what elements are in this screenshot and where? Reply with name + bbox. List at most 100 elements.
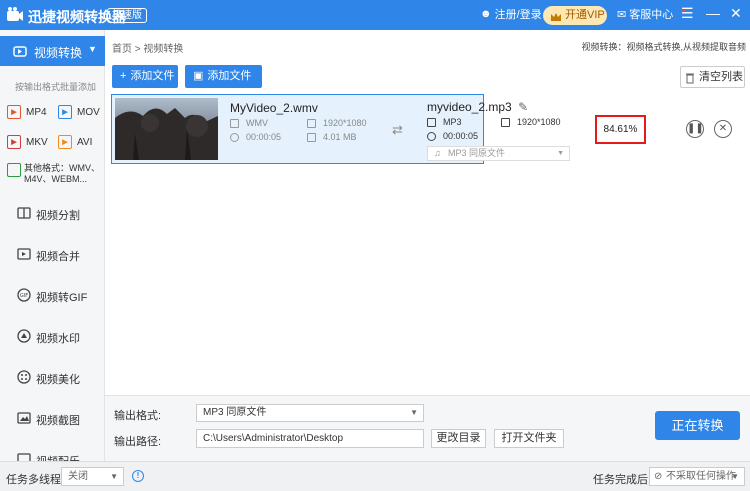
edition-badge: 极速版 <box>107 8 147 23</box>
close-icon[interactable]: ✕ <box>730 5 742 22</box>
sidebar-item-label: 视频美化 <box>36 374 80 386</box>
output-file-name[interactable]: myvideo_2.mp3 ✎ <box>427 100 528 114</box>
output-format-value: MP3 <box>443 117 462 127</box>
after-task-select[interactable]: ⊘ 不采取任何操作 ▼ <box>649 467 745 486</box>
add-file-button[interactable]: + 添加文件 <box>112 65 178 88</box>
other-format-icon <box>7 163 21 177</box>
format-mkv[interactable]: ▶ MKV <box>7 135 48 149</box>
sidebar-item-split[interactable]: 视频分割 <box>0 196 104 232</box>
sidebar-item-label: 视频转换 <box>34 46 83 60</box>
image-icon <box>17 412 31 424</box>
support-label: 客服中心 <box>629 9 674 21</box>
support-link[interactable]: ✉ 客服中心 <box>617 6 673 22</box>
sidebar-item-video-convert[interactable]: 视频转换 ▼ <box>0 36 105 66</box>
sidebar-item-label: 视频配乐 <box>36 453 80 461</box>
merge-icon <box>17 248 31 260</box>
breadcrumb-home[interactable]: 首页 <box>112 44 132 55</box>
film-icon <box>230 118 239 128</box>
batch-hint: 按输出格式批量添加 <box>15 82 97 92</box>
output-format-dropdown-value: MP3 同原文件 <box>203 407 267 418</box>
info-icon[interactable]: ! <box>132 470 144 482</box>
login-label: 注册/登录 <box>494 9 542 21</box>
output-format: MP3 <box>427 117 462 127</box>
source-resolution-value: 1920*1080 <box>323 118 367 128</box>
login-link[interactable]: ☻ 注册/登录 <box>480 6 542 22</box>
source-size-value: 4.01 MB <box>323 132 357 142</box>
chevron-down-icon: ▼ <box>731 472 739 481</box>
sidebar-item-merge[interactable]: 视频合并 <box>0 237 104 273</box>
app-logo-icon <box>7 7 23 21</box>
vip-button[interactable]: 开通VIP <box>543 6 607 25</box>
music-icon <box>17 453 31 461</box>
file-row[interactable]: MyVideo_2.wmv WMV 1920*1080 00:00:05 4.0… <box>111 94 749 164</box>
progress-percent: 84.61% <box>595 115 646 144</box>
output-duration: 00:00:05 <box>427 131 478 141</box>
plus-icon: + <box>120 70 127 82</box>
remove-button[interactable]: ✕ <box>714 120 732 138</box>
user-icon: ☻ <box>480 8 492 20</box>
output-file-name-value: myvideo_2.mp3 <box>427 100 512 114</box>
resolution-icon <box>307 118 316 128</box>
output-resolution: 1920*1080 <box>501 117 561 127</box>
output-format-select[interactable]: ♫ MP3 同原文件 ▼ <box>427 146 570 161</box>
clear-list-button[interactable]: 清空列表 <box>680 66 745 88</box>
chevron-down-icon: ▼ <box>88 44 97 54</box>
breadcrumb: 首页 > 视频转换 <box>112 40 183 55</box>
edit-icon[interactable]: ✎ <box>518 100 528 114</box>
output-path-field[interactable]: C:\Users\Administrator\Desktop <box>196 429 424 448</box>
mkv-icon: ▶ <box>7 135 21 149</box>
format-other[interactable]: 其他格式：WMV、M4V、WEBM... <box>7 163 102 185</box>
after-task-select-value: 不采取任何操作 <box>666 471 736 482</box>
output-format-dropdown[interactable]: MP3 同原文件 ▼ <box>196 404 424 422</box>
sidebar-item-screenshot[interactable]: 视频截图 <box>0 401 104 437</box>
breadcrumb-current: 视频转换 <box>143 44 184 55</box>
shuffle-icon: ⇄ <box>392 122 403 137</box>
output-path-label: 输出路径: <box>114 436 162 448</box>
trash-icon <box>685 71 695 91</box>
sidebar-item-beautify[interactable]: 视频美化 <box>0 360 104 396</box>
sidebar-item-music[interactable]: 视频配乐 <box>0 442 104 461</box>
sidebar-item-label: 视频转GIF <box>36 292 88 304</box>
format-label: MOV <box>77 106 100 118</box>
minimize-icon[interactable]: — <box>706 5 720 21</box>
sidebar-item-label: 视频分割 <box>36 210 80 222</box>
multithread-label: 任务多线程 <box>6 474 61 486</box>
output-format-select-value: MP3 同原文件 <box>448 148 506 158</box>
clear-list-label: 清空列表 <box>699 71 743 83</box>
file-size-icon <box>307 132 316 142</box>
vip-label: 开通VIP <box>565 9 605 21</box>
no-action-icon: ⊘ <box>654 471 663 482</box>
add-file-label: 添加文件 <box>130 70 175 82</box>
clock-icon <box>427 131 436 141</box>
sidebar-item-label: 视频合并 <box>36 251 80 263</box>
sidebar-item-watermark[interactable]: 视频水印 <box>0 319 104 355</box>
format-mp4[interactable]: ▶ MP4 <box>7 105 47 119</box>
folder-icon: ▣ <box>193 70 204 82</box>
breadcrumb-separator: > <box>134 44 141 55</box>
scissors-icon <box>17 207 31 219</box>
resolution-icon <box>501 117 510 127</box>
change-dir-button[interactable]: 更改目录 <box>431 429 486 448</box>
mov-icon: ▶ <box>58 105 72 119</box>
title-bar: 迅捷视频转换器 极速版 ☻ 注册/登录 开通VIP ✉ 客服中心 ☰ — ✕ <box>0 0 750 30</box>
format-avi[interactable]: ▶ AVI <box>58 135 92 149</box>
sidebar-item-gif[interactable]: GIF 视频转GIF <box>0 278 104 314</box>
format-label: AVI <box>77 136 93 148</box>
format-mov[interactable]: ▶ MOV <box>58 105 100 119</box>
chevron-down-icon: ▼ <box>410 408 418 417</box>
clock-icon <box>230 132 239 142</box>
mp4-icon: ▶ <box>7 105 21 119</box>
palette-icon <box>17 370 31 384</box>
add-folder-button[interactable]: ▣添加文件夹 <box>185 65 262 105</box>
pause-button[interactable]: ❚❚ <box>686 120 704 138</box>
open-folder-button[interactable]: 打开文件夹 <box>494 429 564 448</box>
menu-icon[interactable]: ☰ <box>681 5 694 22</box>
output-duration-value: 00:00:05 <box>443 131 479 141</box>
chevron-down-icon: ▼ <box>110 472 118 481</box>
gif-icon: GIF <box>17 288 31 302</box>
output-format-label: 输出格式: <box>114 410 162 422</box>
start-convert-button[interactable]: 正在转换 <box>655 411 740 440</box>
source-duration: 00:00:05 <box>230 132 281 142</box>
convert-hint: 视频转换：视频格式转换,从视频提取音频 <box>581 42 746 52</box>
multithread-select[interactable]: 关闭 ▼ <box>61 467 124 486</box>
